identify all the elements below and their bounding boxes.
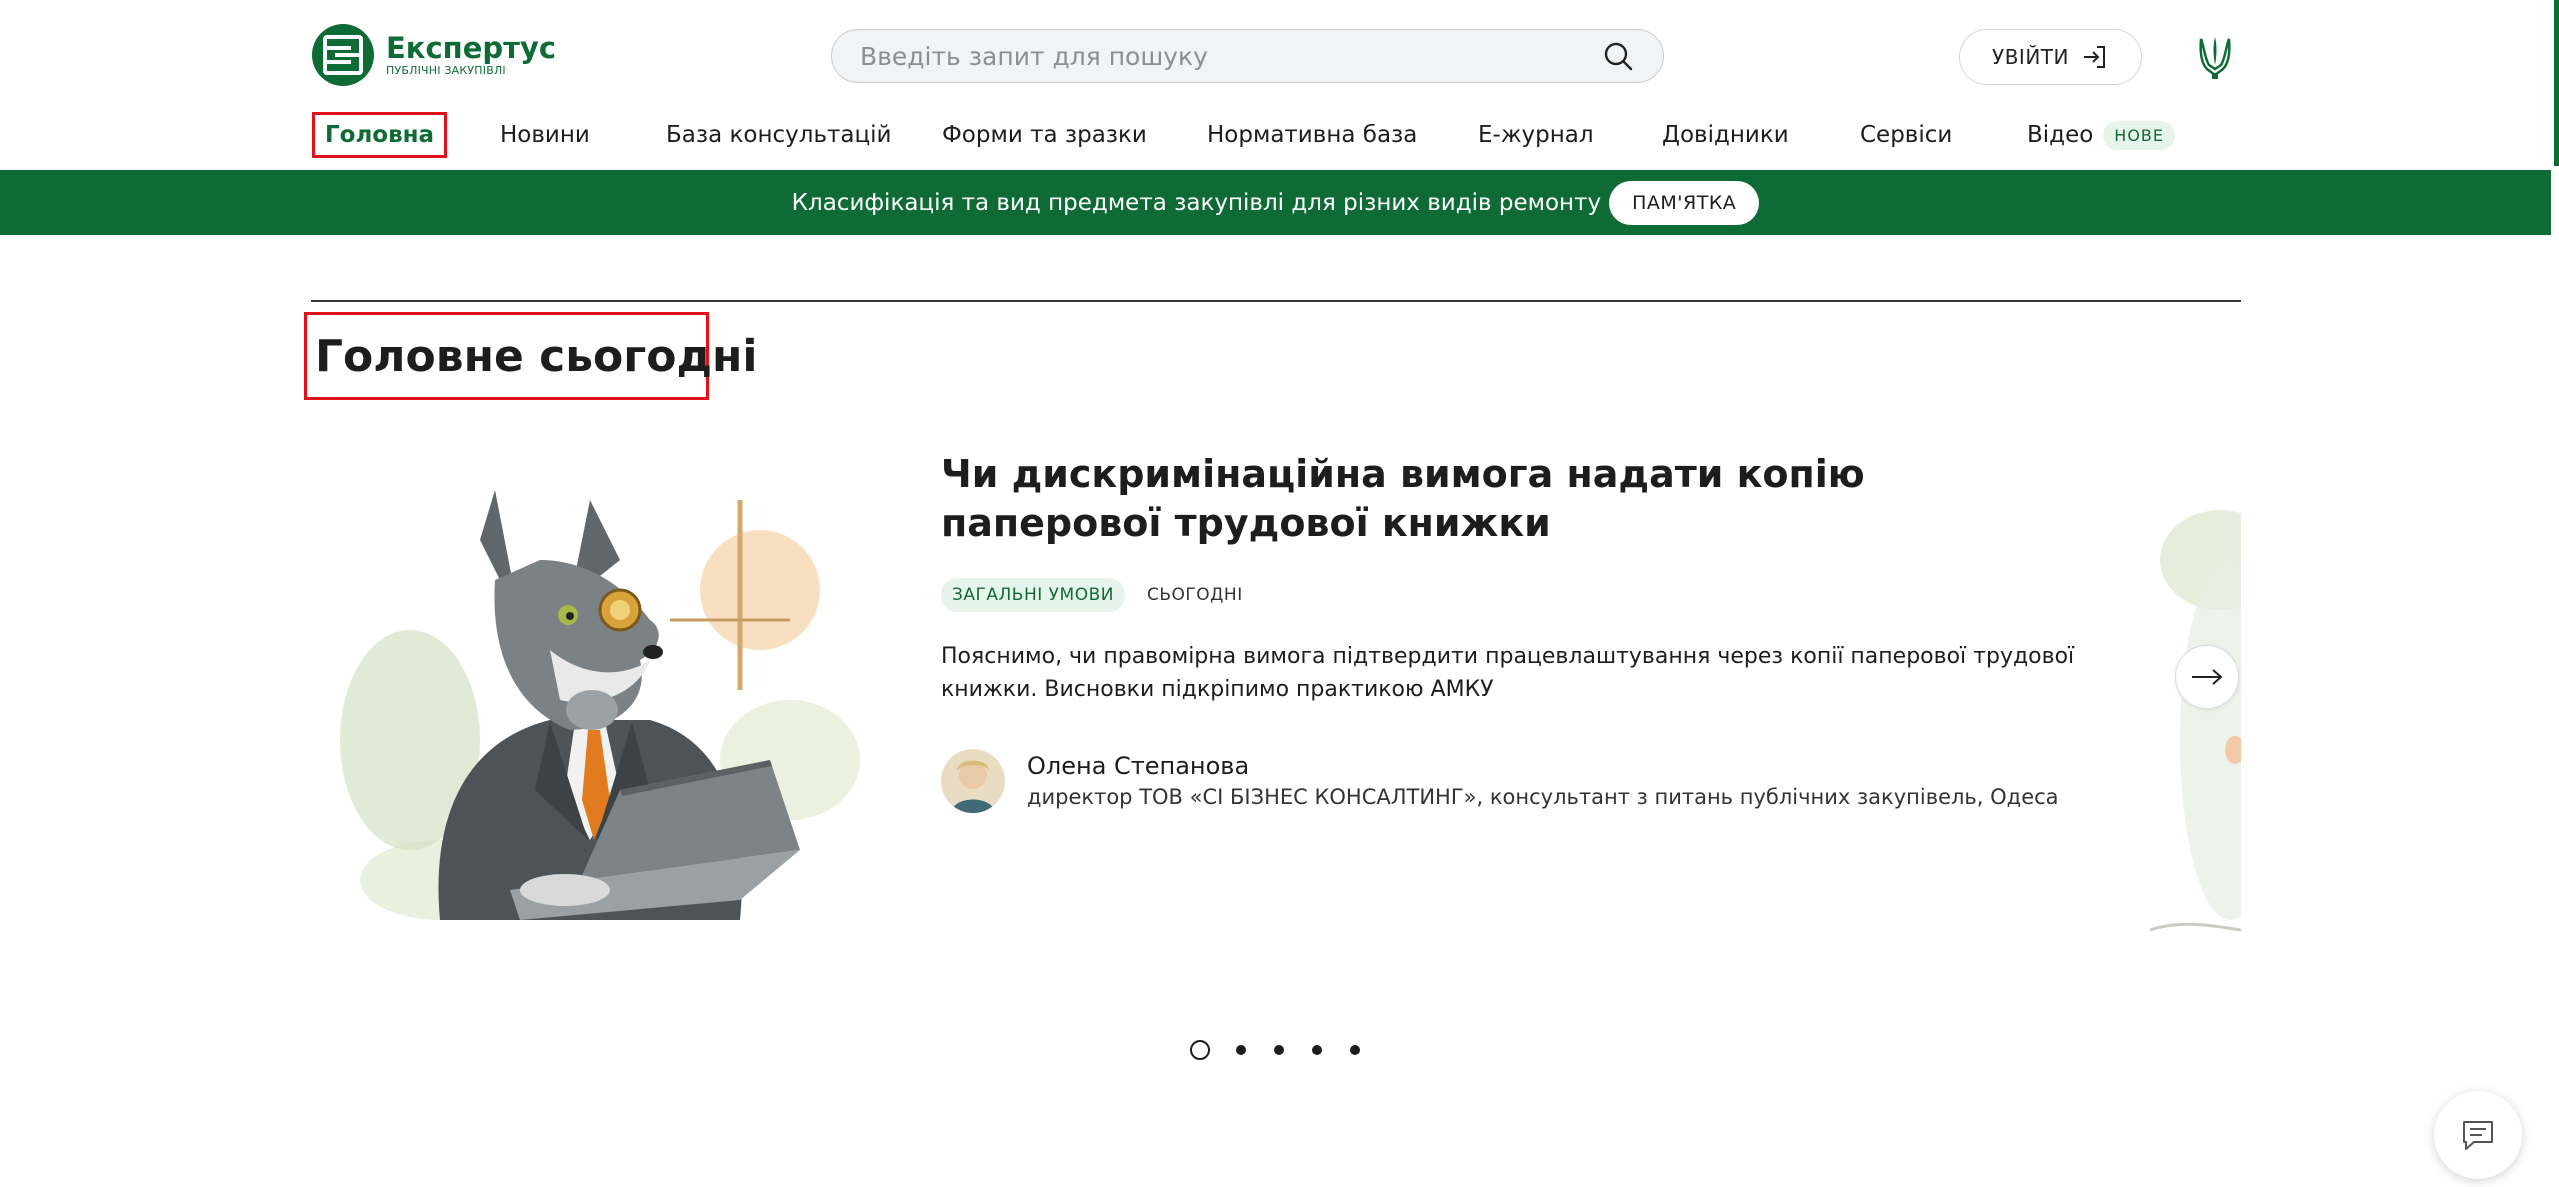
search-icon[interactable] [1601, 39, 1635, 73]
section-divider [311, 300, 2241, 302]
scrollbar-thumb[interactable] [2554, 0, 2559, 166]
logo-name: Експертус [386, 31, 557, 65]
nav-item-label: Е-журнал [1478, 122, 1594, 148]
banner-text: Класифікація та вид предмета закупівлі д… [791, 189, 1602, 216]
next-slide-preview [2149, 510, 2241, 932]
slider-dot[interactable] [1236, 1045, 1246, 1055]
chat-icon [2463, 1121, 2493, 1150]
article-date: СЬОГОДНІ [1146, 585, 1243, 605]
sign-in-icon [2083, 46, 2105, 68]
search-bar [831, 29, 1664, 83]
nav-item-label: Сервіси [1860, 122, 1953, 148]
nav-item-label: Форми та зразки [942, 122, 1147, 148]
nav-item-news[interactable]: Новини [500, 112, 590, 158]
new-badge: НОВЕ [2103, 120, 2176, 150]
author-position: директор ТОВ «СІ БІЗНЕС КОНСАЛТИНГ», кон… [1027, 785, 2059, 809]
chat-button[interactable] [2434, 1091, 2522, 1179]
nav-item-regulations[interactable]: Нормативна база [1207, 112, 1417, 158]
slider-dot[interactable] [1350, 1045, 1360, 1055]
arrow-right-icon [2192, 669, 2223, 685]
logo-subtitle: ПУБЛІЧНІ ЗАКУПІВЛІ [386, 64, 506, 77]
search-input[interactable] [832, 40, 1601, 72]
article-lead: Пояснимо, чи правомірна вимога підтверди… [941, 644, 2075, 702]
login-button[interactable]: УВІЙТИ [1959, 29, 2142, 85]
slider-dot[interactable] [1274, 1045, 1284, 1055]
article-illustration[interactable] [320, 460, 890, 960]
nav-item-label: Головна [325, 122, 435, 148]
banner-button[interactable]: ПАМ'ЯТКА [1609, 180, 1760, 225]
site-logo[interactable]: Експертус ПУБЛІЧНІ ЗАКУПІВЛІ [312, 24, 556, 86]
slider-dot[interactable] [1312, 1045, 1322, 1055]
nav-item-label: Відео [2027, 122, 2094, 148]
slider-next-button[interactable] [2175, 645, 2239, 709]
nav-item-label: Новини [500, 122, 590, 148]
slider-dot[interactable] [1190, 1040, 1210, 1060]
author-avatar [941, 749, 1005, 813]
promo-banner[interactable]: Класифікація та вид предмета закупівлі д… [0, 170, 2551, 235]
nav-item-forms[interactable]: Форми та зразки [942, 112, 1147, 158]
slider-pagination [1190, 1040, 1388, 1060]
logo-mark-icon [312, 24, 374, 86]
nav-item-video[interactable]: Відео НОВЕ [2027, 112, 2176, 158]
author-name[interactable]: Олена Степанова [1027, 750, 2059, 782]
nav-item-references[interactable]: Довідники [1662, 112, 1789, 158]
section-title: Головне сьогодні [304, 312, 758, 400]
nav-item-label: Довідники [1662, 122, 1789, 148]
author-block: Олена Степанова директор ТОВ «СІ БІЗНЕС … [941, 749, 2081, 813]
article-title[interactable]: Чи дискримінаційна вимога надати копію п… [941, 450, 2081, 548]
featured-article: Чи дискримінаційна вимога надати копію п… [941, 450, 2081, 813]
nav-item-label: Нормативна база [1207, 122, 1418, 148]
login-label: УВІЙТИ [1992, 45, 2069, 69]
nav-item-ejournal[interactable]: Е-журнал [1478, 112, 1594, 158]
category-tag[interactable]: ЗАГАЛЬНІ УМОВИ [941, 578, 1125, 612]
nav-item-consultations[interactable]: База консультацій [666, 112, 892, 158]
nav-item-label: База консультацій [666, 122, 892, 148]
nav-item-home[interactable]: Головна [312, 112, 448, 158]
nav-item-services[interactable]: Сервіси [1860, 112, 1952, 158]
trident-icon [2199, 37, 2231, 79]
